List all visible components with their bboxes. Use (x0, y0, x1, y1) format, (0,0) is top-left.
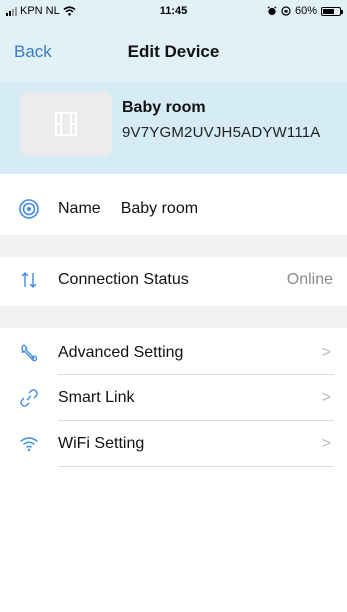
connection-status-label: Connection Status (58, 271, 189, 288)
wifi-setting-label: WiFi Setting (58, 435, 145, 452)
row-divider (58, 466, 334, 467)
device-thumbnail (20, 92, 112, 156)
advanced-setting-label: Advanced Setting (58, 344, 184, 361)
device-name: Baby room (122, 99, 206, 116)
name-label: Name (58, 200, 101, 217)
orientation-lock-icon (281, 6, 291, 16)
battery-icon (321, 6, 343, 16)
name-row[interactable]: Name Baby room (0, 186, 347, 232)
chevron-right-icon: > (321, 344, 331, 361)
film-icon (55, 112, 77, 136)
page-title: Edit Device (127, 42, 220, 61)
name-value: Baby room (120, 200, 199, 217)
device-header: Baby room 9V7YGM2UVJH5ADYW111A (0, 82, 347, 174)
link-icon (0, 388, 58, 408)
smart-link-row[interactable]: Smart Link > (0, 375, 347, 421)
advanced-setting-row[interactable]: Advanced Setting > (0, 330, 347, 376)
battery-percent: 60% (294, 5, 317, 17)
wifi-setting-row[interactable]: WiFi Setting > (0, 421, 347, 467)
target-icon (0, 198, 58, 220)
section-gap (0, 235, 347, 257)
connection-status-value: Online (286, 271, 333, 288)
navigation-bar: Back Edit Device (0, 22, 347, 82)
wifi-icon (0, 436, 58, 452)
section-gap (0, 306, 347, 328)
alarm-icon (267, 6, 277, 16)
status-bar: KPN NL 11:45 60% (0, 0, 347, 22)
status-right: 60% (267, 5, 343, 17)
device-id: 9V7YGM2UVJH5ADYW111A (122, 124, 321, 141)
up-down-arrows-icon (0, 270, 58, 290)
chevron-right-icon: > (321, 435, 331, 452)
connection-status-row: Connection Status Online (0, 257, 347, 303)
chevron-right-icon: > (321, 389, 331, 406)
wrench-icon (0, 343, 58, 363)
smart-link-label: Smart Link (58, 389, 135, 406)
